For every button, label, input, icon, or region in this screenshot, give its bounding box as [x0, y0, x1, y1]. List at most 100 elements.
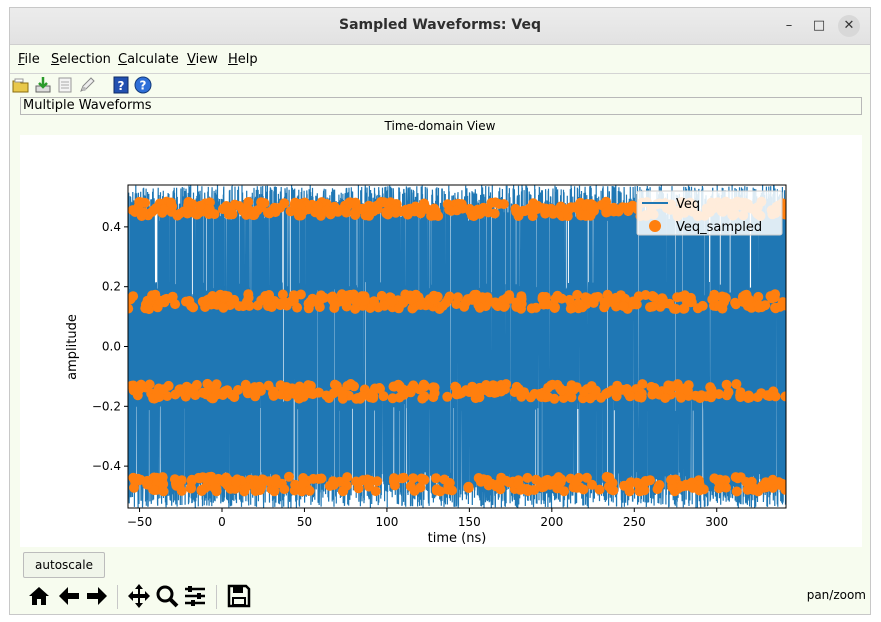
plot-area[interactable]: −50 0 50 100 150 200 250 300 0.4 0.2 0.0 −0.2 −0.4 t…: [20, 135, 862, 547]
x-tick-label: 100: [375, 515, 398, 529]
veq-sampled-point: [158, 486, 169, 497]
veq-sampled-point: [231, 477, 241, 488]
veq-sampled-point: [770, 303, 781, 314]
veq-sampled-point: [213, 473, 224, 484]
veq-sampled-point: [275, 202, 286, 213]
veq-sampled-point: [660, 393, 671, 403]
veq-sampled-point: [220, 291, 231, 302]
veq-sampled-point: [259, 198, 270, 209]
toolbar-divider: [216, 585, 217, 609]
veq-sampled-point: [229, 392, 240, 403]
waveform-chart[interactable]: −50 0 50 100 150 200 250 300 0.4 0.2 0.0 −0.2 −0.4 t…: [20, 135, 862, 547]
waveform-group-label: Multiple Waveforms: [20, 97, 862, 115]
veq-sampled-point: [148, 291, 159, 301]
toolbar-divider: [117, 585, 118, 609]
veq-sampled-point: [766, 293, 777, 304]
veq-sampled-point: [697, 300, 708, 311]
veq-sampled-point: [740, 290, 751, 301]
veq-sampled-point: [128, 294, 136, 305]
veq-sampled-point: [498, 199, 509, 210]
close-button[interactable]: ✕: [838, 15, 860, 37]
veq-sampled-point: [175, 386, 185, 397]
legend-dot-marker: [649, 220, 661, 232]
veq-sampled-point: [376, 290, 387, 301]
veq-sampled-point: [342, 472, 353, 483]
veq-sampled-point: [390, 206, 401, 217]
veq-sampled-point: [279, 484, 290, 495]
save-icon[interactable]: [226, 583, 252, 609]
menu-view[interactable]: View: [187, 52, 218, 67]
download-icon[interactable]: [34, 76, 52, 94]
menu-help[interactable]: Help: [228, 52, 258, 67]
veq-sampled-point: [472, 204, 483, 215]
veq-sampled-point: [671, 304, 682, 314]
veq-sampled-point: [182, 208, 193, 219]
maximize-button[interactable]: □: [808, 15, 830, 37]
veq-sampled-point: [332, 206, 343, 217]
legend-entry-veq: Veq: [676, 197, 700, 212]
veq-sampled-point: [407, 293, 418, 304]
veq-sampled-point: [409, 485, 420, 496]
view-title: Time-domain View: [384, 119, 496, 133]
veq-sampled-point: [268, 386, 279, 397]
veq-sampled-point: [313, 473, 324, 484]
veq-sampled-point: [666, 474, 676, 485]
x-tick-label: 300: [705, 515, 728, 529]
veq-sampled-point: [709, 473, 720, 484]
legend: Veq Veq_sampled: [636, 190, 783, 236]
veq-sampled-point: [706, 392, 717, 403]
veq-sampled-point: [234, 201, 245, 211]
veq-sampled-point: [511, 206, 522, 217]
y-tick-label: 0.2: [102, 280, 121, 294]
veq-sampled-point: [428, 392, 439, 403]
veq-sampled-point: [741, 477, 752, 487]
veq-sampled-point: [211, 379, 222, 390]
veq-sampled-point: [749, 483, 759, 494]
pan-icon[interactable]: [126, 583, 152, 609]
veq-sampled-point: [419, 203, 429, 214]
svg-text:?: ?: [118, 79, 125, 93]
veq-sampled-point: [624, 486, 635, 497]
veq-sampled-point: [188, 302, 199, 313]
veq-sampled-point: [277, 289, 288, 300]
veq-sampled-point: [531, 302, 541, 313]
veq-sampled-point: [473, 473, 484, 483]
autoscale-button[interactable]: autoscale: [23, 552, 105, 578]
title-bar: Sampled Waveforms: Veq – □ ✕: [10, 8, 870, 45]
menu-selection[interactable]: Selection: [51, 52, 111, 67]
forward-arrow-icon[interactable]: [84, 583, 110, 609]
veq-sampled-point: [196, 485, 207, 495]
veq-sampled-point: [132, 390, 143, 401]
veq-sampled-point: [158, 384, 169, 395]
zoom-icon[interactable]: [154, 583, 180, 609]
veq-sampled-point: [613, 206, 624, 217]
configure-icon[interactable]: [182, 583, 208, 609]
veq-sampled-point: [730, 297, 741, 308]
veq-sampled-point: [400, 204, 411, 215]
veq-sampled-point: [516, 484, 527, 495]
veq-sampled-point: [374, 383, 385, 393]
edit-icon[interactable]: [78, 76, 96, 94]
help-circle-icon[interactable]: ?: [134, 76, 152, 94]
open-folder-icon[interactable]: [12, 76, 30, 94]
x-tick-label: 250: [623, 515, 646, 529]
menu-calculate[interactable]: Calculate: [118, 52, 179, 67]
back-arrow-icon[interactable]: [56, 583, 82, 609]
help-book-icon[interactable]: ?: [112, 76, 130, 94]
list-icon[interactable]: [56, 76, 74, 94]
minimize-button[interactable]: –: [778, 15, 800, 37]
veq-sampled-point: [587, 479, 597, 490]
veq-sampled-point: [312, 295, 323, 306]
veq-sampled-point: [428, 382, 439, 393]
home-icon[interactable]: [26, 583, 52, 609]
veq-sampled-point: [541, 475, 552, 486]
y-tick-label: −0.2: [92, 399, 121, 413]
veq-sampled-point: [586, 381, 597, 392]
x-axis-label: time (ns): [428, 531, 487, 546]
veq-sampled-point: [289, 292, 300, 303]
veq-sampled-point: [341, 301, 352, 312]
veq-sampled-point: [559, 486, 570, 497]
veq-sampled-point: [195, 200, 206, 211]
menu-file[interactable]: File: [18, 52, 40, 67]
veq-sampled-point: [721, 379, 732, 390]
